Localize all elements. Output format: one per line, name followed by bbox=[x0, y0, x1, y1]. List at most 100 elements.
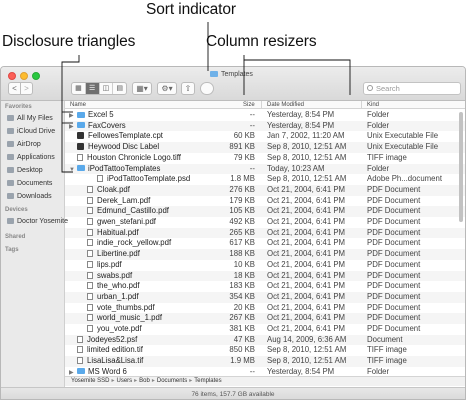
table-row[interactable]: indie_rock_yellow.pdf 617 KB Oct 21, 2004,… bbox=[65, 238, 465, 249]
column-view-icon[interactable]: ◫ bbox=[100, 83, 114, 94]
table-row[interactable]: Edmund_Castillo.pdf 105 KB Oct 21, 2004, 6… bbox=[65, 206, 465, 217]
chevron-right-icon: ▸ bbox=[111, 378, 115, 384]
column-size-header[interactable]: Size bbox=[243, 101, 255, 109]
path-segment[interactable]: Yosemite SSD bbox=[71, 378, 109, 384]
sidebar-item-desktop[interactable]: Desktop bbox=[7, 165, 43, 176]
share-icon[interactable]: ⇧ bbox=[181, 82, 195, 95]
sidebar-item-downloads[interactable]: Downloads bbox=[7, 191, 52, 202]
file-date-modified: Aug 14, 2009, 6:36 AM bbox=[267, 334, 347, 344]
column-resizer[interactable] bbox=[361, 101, 362, 109]
file-size: 1.8 MB bbox=[230, 174, 255, 184]
scrollbar[interactable] bbox=[459, 112, 463, 222]
sidebar-item-icloud-drive[interactable]: iCloud Drive bbox=[7, 126, 55, 137]
table-row[interactable]: Heywood Disc Label 891 KB Sep 8, 2010, 12:… bbox=[65, 142, 465, 153]
table-row[interactable]: Houston Chronicle Logo.tiff 79 KB Sep 8, 2… bbox=[65, 153, 465, 164]
file-kind: Folder bbox=[367, 163, 390, 173]
column-resizer[interactable] bbox=[261, 101, 262, 109]
sidebar-item-label: Applications bbox=[17, 154, 55, 161]
path-segment[interactable]: Documents bbox=[157, 378, 187, 384]
search-input[interactable]: Search bbox=[363, 82, 461, 95]
table-row[interactable]: swabs.pdf 18 KB Oct 21, 2004, 6:41 PM PDF D… bbox=[65, 270, 465, 282]
callout-disclosure-triangles: Disclosure triangles bbox=[2, 33, 136, 50]
minimize-window-button[interactable] bbox=[20, 72, 28, 80]
table-row[interactable]: world_music_1.pdf 267 KB Oct 21, 2004, 6:4… bbox=[65, 313, 465, 324]
path-segment[interactable]: Templates bbox=[194, 378, 221, 384]
computer-icon bbox=[7, 217, 14, 224]
table-row[interactable]: Jodeyes52.psf 47 KB Aug 14, 2009, 6:36 AM D… bbox=[65, 334, 465, 346]
close-window-button[interactable] bbox=[8, 72, 16, 80]
file-kind: TIFF image bbox=[367, 356, 407, 366]
table-row[interactable]: lips.pdf 10 KB Oct 21, 2004, 6:41 PM PDF Do… bbox=[65, 260, 465, 271]
table-row[interactable]: urban_1.pdf 354 KB Oct 21, 2004, 6:41 PM PD… bbox=[65, 291, 465, 303]
path-bar: Yosemite SSD ▸ Users ▸ Bob ▸ Documents ▸ Templat… bbox=[65, 376, 465, 386]
list-view-icon[interactable]: ☰ bbox=[85, 83, 100, 94]
file-kind: Unix Executable File bbox=[367, 131, 439, 141]
callout-sort-indicator: Sort indicator bbox=[146, 1, 236, 18]
table-row[interactable]: Libertine.pdf 188 KB Oct 21, 2004, 6:41 PM… bbox=[65, 249, 465, 260]
sidebar-item-label: Desktop bbox=[17, 167, 43, 174]
sidebar-item-documents[interactable]: Documents bbox=[7, 178, 52, 189]
file-date-modified: Sep 8, 2010, 12:51 AM bbox=[267, 142, 347, 152]
file-size: -- bbox=[249, 110, 255, 119]
table-row[interactable]: gwen_stefani.pdf 492 KB Oct 21, 2004, 6:41… bbox=[65, 217, 465, 228]
cover-flow-icon[interactable]: ▤ bbox=[113, 83, 126, 94]
file-date-modified: Oct 21, 2004, 6:41 PM bbox=[267, 206, 346, 216]
table-row[interactable]: the_who.pdf 183 KB Oct 21, 2004, 6:41 PM PD… bbox=[65, 281, 465, 292]
window-title: Templates bbox=[210, 71, 253, 78]
sidebar-item-doctor-yosemite[interactable]: Doctor Yosemite bbox=[7, 216, 68, 227]
column-kind-header[interactable]: Kind bbox=[367, 101, 379, 109]
action-gear-icon[interactable]: ⚙▾ bbox=[157, 82, 177, 95]
table-row[interactable]: vote_thumbs.pdf 20 KB Oct 21, 2004, 6:41 P… bbox=[65, 303, 465, 314]
file-size: 850 KB bbox=[229, 345, 255, 355]
table-row[interactable]: ▶ Excel 5 -- Yesterday, 8:54 PM Folder bbox=[65, 110, 465, 121]
file-date-modified: Oct 21, 2004, 6:41 PM bbox=[267, 302, 346, 312]
file-size: 267 KB bbox=[229, 313, 255, 323]
file-size: 381 KB bbox=[229, 324, 255, 333]
sidebar-item-label: iCloud Drive bbox=[17, 128, 56, 135]
file-size: 20 KB bbox=[233, 302, 255, 312]
arrange-button[interactable]: ▦▾ bbox=[132, 82, 152, 95]
table-row[interactable]: Derek_Lam.pdf 179 KB Oct 21, 2004, 6:41 PM… bbox=[65, 196, 465, 207]
file-date-modified: Oct 21, 2004, 6:41 PM bbox=[267, 217, 346, 226]
sidebar-item-airdrop[interactable]: AirDrop bbox=[7, 139, 41, 150]
table-row[interactable]: Cloak.pdf 276 KB Oct 21, 2004, 6:41 PM PDF … bbox=[65, 184, 465, 196]
file-kind: PDF Document bbox=[367, 324, 421, 333]
file-kind: PDF Document bbox=[367, 217, 421, 226]
table-row[interactable]: Habitual.pdf 265 KB Oct 21, 2004, 6:41 PM P… bbox=[65, 227, 465, 239]
sidebar-item-all-my-files[interactable]: All My Files bbox=[7, 113, 53, 124]
table-row[interactable]: ▶ FaxCovers -- Yesterday, 8:54 PM Folder bbox=[65, 120, 465, 132]
table-row[interactable]: LisaLisa&Lisa.tif 1.9 MB Sep 8, 2010, 12:5… bbox=[65, 356, 465, 367]
path-segment[interactable]: Users bbox=[116, 378, 132, 384]
sidebar-item-label: Documents bbox=[17, 180, 53, 187]
table-row[interactable]: you_vote.pdf 381 KB Oct 21, 2004, 6:41 PM P… bbox=[65, 324, 465, 335]
path-segment[interactable]: Bob bbox=[139, 378, 150, 384]
icon-view-icon[interactable]: ▦ bbox=[72, 83, 86, 94]
column-date-header[interactable]: Date Modified bbox=[267, 101, 304, 109]
file-size: 79 KB bbox=[233, 152, 255, 162]
table-row[interactable]: iPodTattooTemplate.psd 1.8 MB Sep 8, 2010,… bbox=[65, 174, 465, 185]
finder-window: Templates < > ▦ ☰ ◫ ▤ ▦▾ ⚙▾ ⇧ Search Fav… bbox=[0, 66, 466, 400]
file-kind: PDF Document bbox=[367, 291, 421, 301]
file-kind: TIFF image bbox=[367, 152, 407, 162]
file-date-modified: Sep 8, 2010, 12:51 AM bbox=[267, 345, 347, 355]
file-kind: PDF Document bbox=[367, 281, 421, 291]
table-row[interactable]: FellowesTemplate.cpt 60 KB Jan 7, 2002, 11… bbox=[65, 131, 465, 142]
table-row[interactable]: ▼ iPodTattooTemplates -- Today, 10:23 AM Fol… bbox=[65, 163, 465, 175]
sidebar-item-applications[interactable]: Applications bbox=[7, 152, 55, 163]
file-date-modified: Sep 8, 2010, 12:51 AM bbox=[267, 356, 347, 366]
tag-icon[interactable] bbox=[200, 82, 214, 95]
file-date-modified: Today, 10:23 AM bbox=[267, 163, 325, 173]
file-size: 179 KB bbox=[229, 195, 255, 205]
sidebar-section-shared: Shared bbox=[5, 234, 26, 240]
file-size: 1.9 MB bbox=[230, 356, 255, 366]
file-kind: PDF Document bbox=[367, 259, 421, 269]
column-name-header[interactable]: Name bbox=[70, 101, 86, 109]
documents-icon bbox=[7, 179, 14, 186]
table-row[interactable]: limited edition.tif 850 KB Sep 8, 2010, 12… bbox=[65, 345, 465, 356]
file-kind: Adobe Ph...document bbox=[367, 174, 442, 184]
zoom-window-button[interactable] bbox=[32, 72, 40, 80]
file-date-modified: Oct 21, 2004, 6:41 PM bbox=[267, 281, 346, 291]
file-size: 891 KB bbox=[229, 142, 255, 152]
forward-button[interactable]: > bbox=[20, 82, 33, 95]
sidebar-item-label: AirDrop bbox=[17, 141, 41, 148]
